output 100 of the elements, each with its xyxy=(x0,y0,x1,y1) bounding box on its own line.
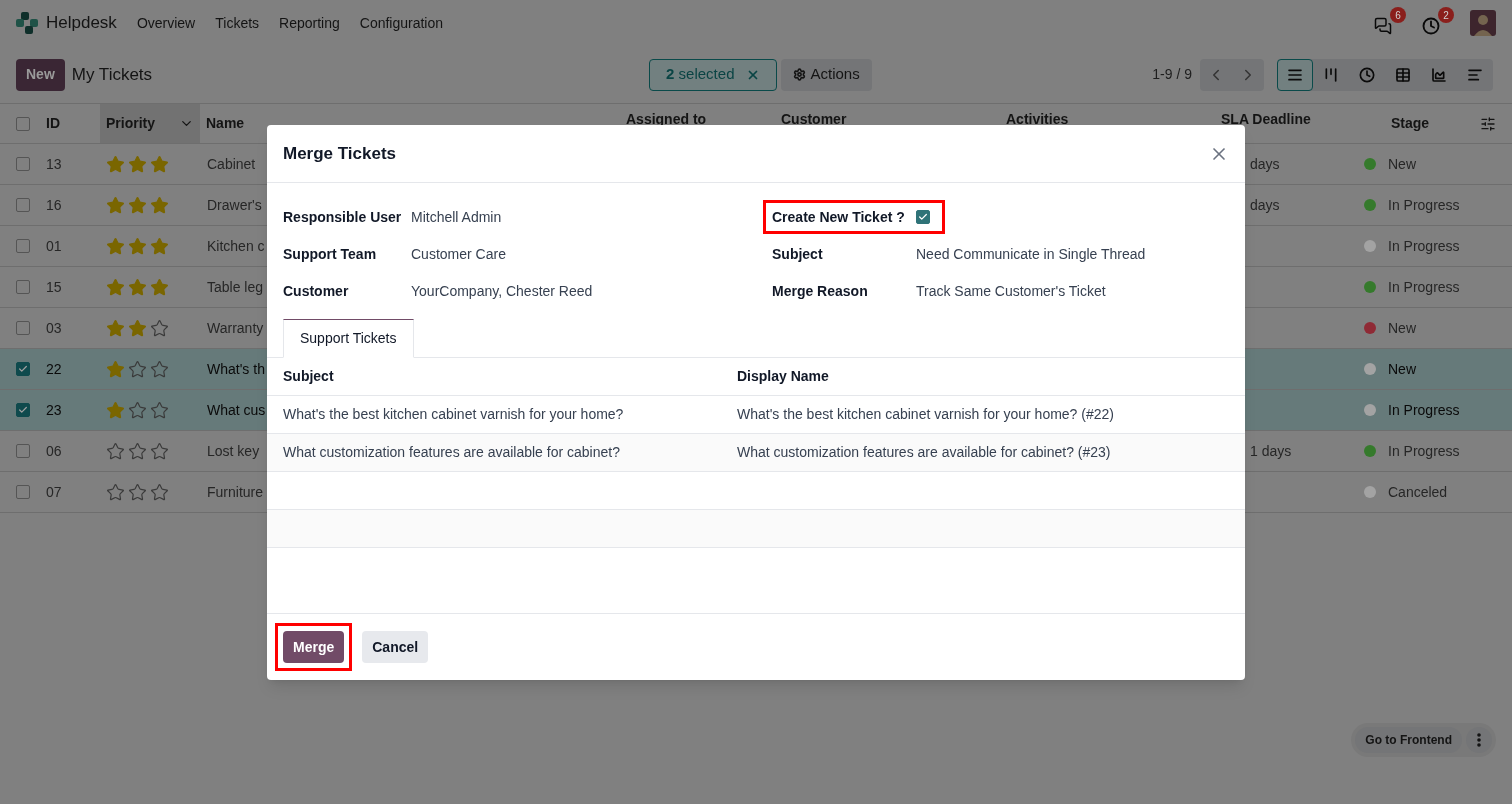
table-cell-text: In Progress xyxy=(1388,441,1460,461)
chat-icon xyxy=(1374,17,1392,35)
table-cell: days xyxy=(1250,155,1280,172)
new-button[interactable]: New xyxy=(16,58,65,91)
star-icon[interactable] xyxy=(128,441,147,461)
star-icon[interactable] xyxy=(106,195,125,215)
star-icon[interactable] xyxy=(106,400,125,420)
star-icon[interactable] xyxy=(150,154,169,174)
table-cell-text: 23 xyxy=(46,400,62,420)
column-header[interactable]: Activities xyxy=(1006,111,1069,127)
star-icon[interactable] xyxy=(150,482,169,502)
star-icon[interactable] xyxy=(106,236,125,256)
dialog-title: Merge Tickets xyxy=(283,142,397,165)
column-header[interactable]: Name xyxy=(206,115,245,131)
field-label: Merge Reason xyxy=(772,281,869,301)
checkbox[interactable] xyxy=(16,403,30,417)
star-icon[interactable] xyxy=(128,482,147,502)
table-cell: What cus xyxy=(207,401,266,418)
star-icon[interactable] xyxy=(106,154,125,174)
field-value[interactable]: Need Communicate in Single Thread xyxy=(916,243,1146,265)
selection-count: 2 selected xyxy=(666,64,735,85)
app-logo-icon[interactable] xyxy=(16,12,38,34)
page-title[interactable]: My Tickets xyxy=(71,61,153,88)
checkbox[interactable] xyxy=(16,157,30,171)
area-chart-icon xyxy=(1431,66,1447,83)
table-cell-text: In Progress xyxy=(1388,277,1460,297)
cancel-button[interactable]: Cancel xyxy=(362,631,429,663)
checkbox[interactable] xyxy=(16,239,30,253)
star-icon[interactable] xyxy=(150,400,169,420)
column-header[interactable]: Subject xyxy=(283,368,334,384)
star-icon[interactable] xyxy=(150,236,169,256)
more-icon xyxy=(1477,733,1481,747)
actions-button[interactable]: Actions xyxy=(781,58,872,91)
app-name[interactable]: Helpdesk xyxy=(46,10,117,36)
table-cell: Table leg xyxy=(207,278,264,295)
field-label: Create New Ticket ? xyxy=(772,207,906,227)
grid-view-icon xyxy=(1395,66,1411,83)
check-icon xyxy=(18,405,28,415)
column-header[interactable]: Priority xyxy=(100,104,200,143)
star-icon[interactable] xyxy=(150,359,169,379)
column-header[interactable]: Display Name xyxy=(737,368,829,384)
go-to-frontend-button[interactable]: Go to Frontend xyxy=(1355,727,1462,753)
clock-icon xyxy=(1422,17,1440,35)
star-icon[interactable] xyxy=(106,318,125,338)
star-icon[interactable] xyxy=(128,318,147,338)
column-header[interactable]: SLA Deadline xyxy=(1221,111,1311,127)
column-header[interactable]: Customer xyxy=(781,111,847,127)
star-icon[interactable] xyxy=(150,318,169,338)
checkbox[interactable] xyxy=(16,362,30,376)
check-icon xyxy=(18,364,28,374)
table-cell[interactable]: What's the best kitchen cabinet varnish for your home? (#22) xyxy=(737,406,1114,422)
checkbox[interactable] xyxy=(16,280,30,294)
checkbox[interactable] xyxy=(916,210,930,224)
star-icon[interactable] xyxy=(150,277,169,297)
star-icon[interactable] xyxy=(128,236,147,256)
star-icon[interactable] xyxy=(128,154,147,174)
table-cell-text: Canceled xyxy=(1388,482,1448,502)
field-value[interactable]: Customer Care xyxy=(411,243,506,265)
column-header[interactable]: ID xyxy=(46,113,100,134)
star-icon[interactable] xyxy=(106,441,125,461)
settings-sliders-icon[interactable] xyxy=(1480,115,1496,132)
tab[interactable]: Support Tickets xyxy=(283,319,414,358)
star-icon[interactable] xyxy=(106,359,125,379)
more-button[interactable] xyxy=(1466,727,1492,753)
selection-badge[interactable]: 2 selected xyxy=(649,58,778,91)
field-value[interactable]: YourCompany, Chester Reed xyxy=(411,280,593,302)
table-cell[interactable]: What's the best kitchen cabinet varnish for your home? xyxy=(283,406,624,422)
table-cell-text: 15 xyxy=(46,277,62,297)
table-cell[interactable]: What customization features are available for cabinet? xyxy=(283,444,620,460)
star-icon[interactable] xyxy=(128,195,147,215)
menu-item[interactable]: Reporting xyxy=(279,12,340,34)
checkbox[interactable] xyxy=(16,198,30,212)
star-icon[interactable] xyxy=(128,359,147,379)
star-icon[interactable] xyxy=(106,482,125,502)
checkbox[interactable] xyxy=(16,485,30,499)
merge-button[interactable]: Merge xyxy=(283,631,345,663)
star-icon[interactable] xyxy=(128,400,147,420)
list-view-button[interactable] xyxy=(1277,58,1313,91)
field-value[interactable]: Track Same Customer's Ticket xyxy=(916,280,1106,302)
user-avatar[interactable] xyxy=(1470,10,1496,36)
checkbox[interactable] xyxy=(16,116,30,131)
star-icon[interactable] xyxy=(150,195,169,215)
table-cell-text: New xyxy=(1388,359,1416,379)
pager-value[interactable]: 1-9 / 9 xyxy=(1152,64,1192,85)
table-cell-text: In Progress xyxy=(1388,400,1460,420)
menu-item[interactable]: Configuration xyxy=(359,12,444,34)
table-cell: Lost key xyxy=(207,442,260,459)
column-header[interactable]: Assigned to xyxy=(626,111,707,127)
table-cell[interactable]: What customization features are available for cabinet? (#23) xyxy=(737,444,1111,460)
table-cell: Kitchen c xyxy=(207,237,265,254)
field-value[interactable]: Mitchell Admin xyxy=(411,206,502,228)
table-cell-text: 07 xyxy=(46,482,62,502)
menu-item[interactable]: Overview xyxy=(136,12,196,34)
star-icon[interactable] xyxy=(128,277,147,297)
column-header[interactable]: Stage xyxy=(1391,115,1430,131)
star-icon[interactable] xyxy=(106,277,125,297)
checkbox[interactable] xyxy=(16,321,30,335)
menu-item[interactable]: Tickets xyxy=(215,12,260,34)
star-icon[interactable] xyxy=(150,441,169,461)
checkbox[interactable] xyxy=(16,444,30,458)
